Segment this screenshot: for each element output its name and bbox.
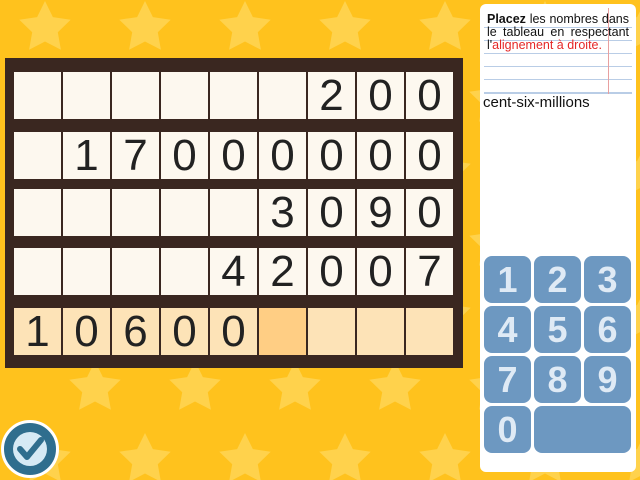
star-icon bbox=[219, 1, 271, 50]
table-cell bbox=[259, 72, 306, 119]
table-cell[interactable] bbox=[308, 308, 355, 355]
keypad-key-9[interactable]: 9 bbox=[584, 356, 631, 403]
table-cell: 0 bbox=[357, 132, 404, 179]
star-icon bbox=[419, 433, 471, 480]
table-cell: 1 bbox=[63, 132, 110, 179]
table-cell: 2 bbox=[308, 72, 355, 119]
keypad-key-6[interactable]: 6 bbox=[584, 306, 631, 353]
table-cell: 7 bbox=[406, 248, 453, 295]
instruction-text: Placez les nombres dans le tableau en re… bbox=[484, 8, 632, 52]
table-cell: 2 bbox=[259, 248, 306, 295]
table-cell[interactable]: 0 bbox=[63, 308, 110, 355]
instruction-end: . bbox=[598, 38, 602, 52]
table-cell: 9 bbox=[357, 189, 404, 236]
table-cell[interactable] bbox=[406, 308, 453, 355]
validate-button[interactable] bbox=[1, 420, 59, 478]
keypad-key-3[interactable]: 3 bbox=[584, 256, 631, 303]
table-cell bbox=[14, 72, 61, 119]
number-in-words: cent-six-millions bbox=[483, 94, 590, 111]
star-icon bbox=[119, 433, 171, 480]
star-icon bbox=[169, 361, 221, 410]
table-cell bbox=[14, 132, 61, 179]
table-cell: 0 bbox=[406, 189, 453, 236]
table-cell bbox=[14, 189, 61, 236]
keypad-key-7[interactable]: 7 bbox=[484, 356, 531, 403]
table-cell[interactable]: 0 bbox=[210, 308, 257, 355]
table-cell: 0 bbox=[161, 132, 208, 179]
table-cell bbox=[161, 248, 208, 295]
table-cell[interactable] bbox=[357, 308, 404, 355]
table-cell: 3 bbox=[259, 189, 306, 236]
keypad-key-2[interactable]: 2 bbox=[534, 256, 581, 303]
table-cell bbox=[161, 189, 208, 236]
table-cell bbox=[210, 189, 257, 236]
number-keypad: 123 456 789 0 bbox=[484, 256, 634, 456]
table-cell bbox=[161, 72, 208, 119]
table-cell: 0 bbox=[210, 132, 257, 179]
side-panel: Placez les nombres dans le tableau en re… bbox=[480, 4, 636, 472]
table-cell[interactable]: 0 bbox=[161, 308, 208, 355]
table-cell: 0 bbox=[308, 248, 355, 295]
star-icon bbox=[319, 1, 371, 50]
star-icon bbox=[69, 361, 121, 410]
table-cell[interactable]: 6 bbox=[112, 308, 159, 355]
instruction-highlight: alignement à droite bbox=[492, 38, 599, 52]
table-cell: 0 bbox=[259, 132, 306, 179]
table-cell: 0 bbox=[357, 248, 404, 295]
star-icon bbox=[19, 1, 71, 50]
table-cell: 7 bbox=[112, 132, 159, 179]
table-cell: 0 bbox=[406, 72, 453, 119]
instruction-card: Placez les nombres dans le tableau en re… bbox=[484, 8, 632, 94]
table-cell bbox=[112, 72, 159, 119]
checkmark-icon bbox=[13, 432, 47, 466]
star-icon bbox=[269, 361, 321, 410]
star-icon bbox=[219, 433, 271, 480]
table-cell bbox=[14, 248, 61, 295]
table-cell: 4 bbox=[210, 248, 257, 295]
table-cell: 0 bbox=[357, 72, 404, 119]
instruction-bold: Placez bbox=[487, 12, 526, 26]
keypad-key-8[interactable]: 8 bbox=[534, 356, 581, 403]
table-cell bbox=[112, 248, 159, 295]
star-icon bbox=[419, 1, 471, 50]
table-cell: 0 bbox=[308, 132, 355, 179]
star-icon bbox=[369, 361, 421, 410]
table-cell bbox=[112, 189, 159, 236]
star-icon bbox=[119, 1, 171, 50]
keypad-key-1[interactable]: 1 bbox=[484, 256, 531, 303]
keypad-key-5[interactable]: 5 bbox=[534, 306, 581, 353]
table-cell bbox=[63, 72, 110, 119]
star-icon bbox=[319, 433, 371, 480]
table-cell[interactable]: 1 bbox=[14, 308, 61, 355]
table-cell[interactable] bbox=[259, 308, 306, 355]
keypad-blank-key[interactable] bbox=[534, 406, 631, 453]
keypad-key-0[interactable]: 0 bbox=[484, 406, 531, 453]
table-cell bbox=[63, 248, 110, 295]
table-cell bbox=[210, 72, 257, 119]
table-cell: 0 bbox=[308, 189, 355, 236]
table-cell: 0 bbox=[406, 132, 453, 179]
keypad-key-4[interactable]: 4 bbox=[484, 306, 531, 353]
number-table: 2001700000030904200710600 bbox=[5, 58, 463, 368]
table-cell bbox=[63, 189, 110, 236]
